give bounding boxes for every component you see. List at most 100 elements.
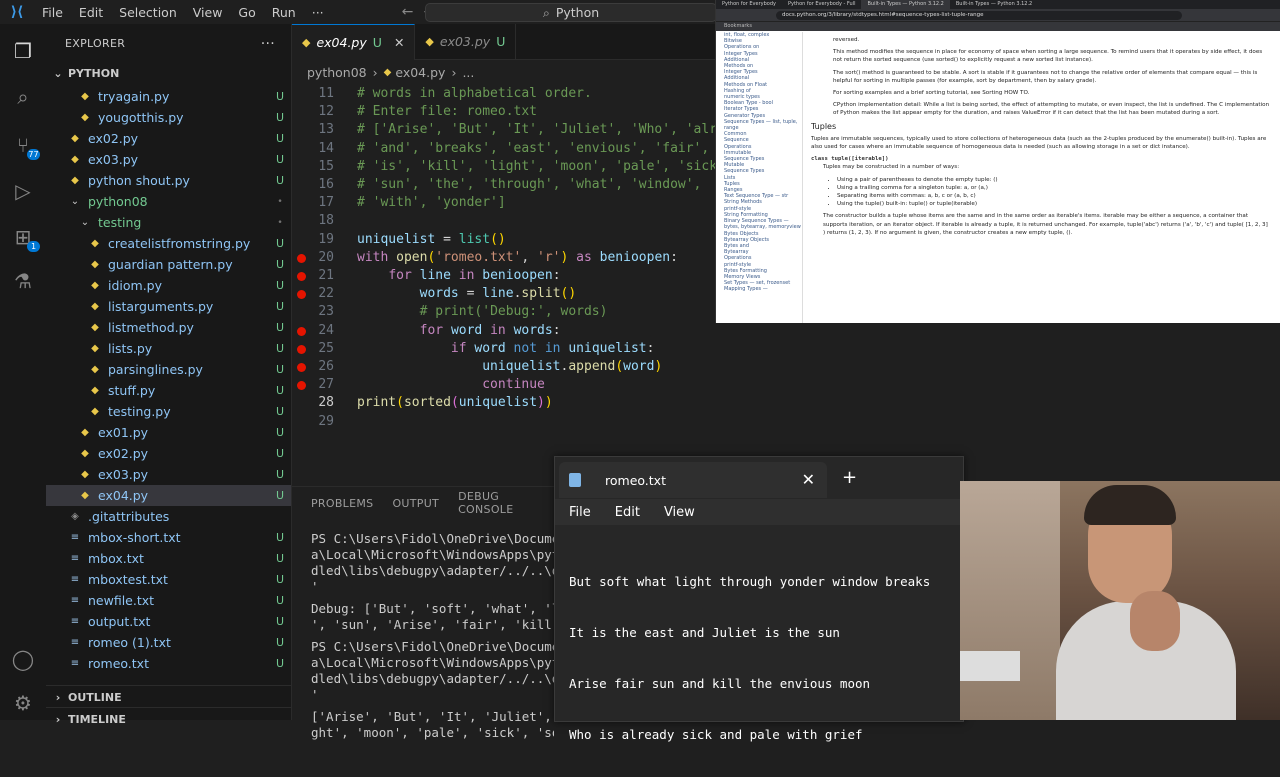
tree-file[interactable]: ◆ yougotthis.py U [46, 107, 291, 128]
menu-view[interactable]: View [664, 505, 695, 520]
code-line[interactable]: 11 # words in alphabetical order. [292, 85, 720, 103]
menu-edit[interactable]: Edit [71, 5, 111, 20]
account-icon[interactable]: ◯ [8, 644, 38, 674]
breadcrumb-folder[interactable]: python08 [307, 65, 367, 80]
tree-item-label: ex01.py [98, 425, 149, 440]
tree-file[interactable]: ◆ lists.py U [46, 338, 291, 359]
tree-file[interactable]: ◆ listmethod.py U [46, 317, 291, 338]
menu-selection[interactable]: Selection [111, 5, 185, 20]
address-input[interactable]: docs.python.org/3/library/stdtypes.html#… [776, 10, 1182, 20]
browser-tab[interactable]: Python for Everybody - Full [782, 0, 862, 9]
tree-file[interactable]: ◆ ex04.py U [46, 485, 291, 506]
browser-tab[interactable]: Python for Everybody [716, 0, 782, 9]
notepad-text-area[interactable]: But soft what light through yonder windo… [569, 539, 930, 777]
tree-file[interactable]: ◆ stuff.py U [46, 380, 291, 401]
code-line[interactable]: 23 # print('Debug:', words) [292, 303, 720, 321]
code-line[interactable]: 16 # 'sun', 'the', 'through', 'what', 'wi… [292, 176, 720, 194]
tree-file[interactable]: ◆ ex03.py U [46, 149, 291, 170]
outline-section[interactable]: › OUTLINE [46, 685, 291, 708]
tree-folder[interactable]: ⌄ testing • [46, 212, 291, 233]
outline-label: OUTLINE [68, 690, 122, 704]
tree-file[interactable]: ◈ .gitattributes [46, 506, 291, 527]
tree-file[interactable]: ≡ romeo.txt U [46, 653, 291, 674]
workspace-folder-python[interactable]: ⌄ PYTHON [46, 62, 291, 84]
breadcrumb-file[interactable]: ex04.py [395, 65, 445, 80]
back-arrow-icon[interactable]: ← [402, 4, 424, 20]
browser-tab[interactable]: Built-in Types — Python 3.12.2 [950, 0, 1038, 9]
menu-go[interactable]: Go [230, 5, 263, 20]
code-line[interactable]: 27 continue [292, 376, 720, 394]
tree-file[interactable]: ≡ mbox-short.txt U [46, 527, 291, 548]
breadcrumb-symbol[interactable]: ... [462, 65, 474, 80]
menu-run[interactable]: Run [264, 5, 304, 20]
tree-file[interactable]: ◆ tryagain.py U [46, 86, 291, 107]
tab-ex03[interactable]: ◆ ex03.py U [415, 24, 517, 59]
code-line[interactable]: 20 with open('romeo.txt', 'r') as benioop… [292, 249, 720, 267]
close-icon[interactable]: ✕ [802, 470, 815, 489]
code-line[interactable]: 22 words = line.split() [292, 285, 720, 303]
tree-folder[interactable]: ⌄ python08 • [46, 191, 291, 212]
tree-file[interactable]: ≡ romeo (1).txt U [46, 632, 291, 653]
menu-more[interactable]: ··· [304, 5, 332, 20]
command-center-search[interactable]: ⌕ Python [425, 3, 717, 22]
docs-sidebar-link[interactable]: Binary Sequence Types — bytes, bytearray… [724, 218, 802, 230]
tree-file[interactable]: ◆ ex01.py U [46, 422, 291, 443]
menu-view[interactable]: View [185, 5, 231, 20]
docs-sidebar-link[interactable]: Mapping Types — [724, 286, 802, 292]
code-line[interactable]: 26 uniquelist.append(word) [292, 358, 720, 376]
tree-file[interactable]: ≡ mbox.txt U [46, 548, 291, 569]
code-line[interactable]: 14 # 'and', 'breaks', 'east', 'envious', … [292, 140, 720, 158]
code-line[interactable]: 17 # 'with', 'yonder'] [292, 194, 720, 212]
code-line[interactable]: 25 if word not in uniquelist: [292, 340, 720, 358]
code-line[interactable]: 24 for word in words: [292, 322, 720, 340]
code-line[interactable]: 12 # Enter file: romeo.txt [292, 103, 720, 121]
tree-item-label: output.txt [88, 614, 151, 629]
code-line[interactable]: 19 uniquelist = list() [292, 231, 720, 249]
extensions-icon[interactable]: ⊞ 1 [8, 222, 40, 252]
tree-file[interactable]: ≡ mboxtest.txt U [46, 569, 291, 590]
tree-file[interactable]: ◆ python shout.py U [46, 170, 291, 191]
tree-file[interactable]: ≡ output.txt U [46, 611, 291, 632]
timeline-section[interactable]: › TIMELINE [46, 707, 291, 730]
close-icon[interactable]: ✕ [394, 35, 404, 50]
code-line[interactable]: 18 [292, 212, 720, 230]
menu-file[interactable]: File [34, 5, 71, 20]
explorer-icon[interactable]: ❐ [8, 36, 38, 66]
search-icon[interactable]: ⌕ [8, 82, 38, 112]
tree-file[interactable]: ◆ createlistfromstring.py U [46, 233, 291, 254]
tree-file[interactable]: ≡ newfile.txt U [46, 590, 291, 611]
testing-icon[interactable]: ⚗ [8, 266, 38, 296]
tree-file[interactable]: ◆ guardian pattern.py U [46, 254, 291, 275]
doc-paragraph: Tuples are immutable sequences, typicall… [811, 135, 1267, 151]
tree-file[interactable]: ◆ ex02.py U [46, 128, 291, 149]
bookmarks-bar[interactable]: Bookmarks [716, 21, 1280, 31]
docs-sidebar-link[interactable]: Sequence Types — list, tuple, range [724, 119, 802, 131]
tab-debug-console[interactable]: DEBUG CONSOLE [458, 490, 554, 516]
code-line[interactable]: 21 for line in benioopen: [292, 267, 720, 285]
code-line[interactable]: 13 # ['Arise', 'But', 'It', 'Juliet', 'Wh… [292, 121, 720, 139]
source-control-icon[interactable]: ⑂ 77 [8, 130, 40, 160]
menu-edit[interactable]: Edit [615, 505, 640, 520]
browser-tab[interactable]: Built-in Types — Python 3.12.2 [861, 0, 950, 9]
new-tab-button[interactable]: + [842, 467, 857, 488]
explorer-more-button[interactable]: ··· [261, 36, 275, 52]
code-line[interactable]: 15 # 'is', 'kill', 'light', 'moon', 'pale… [292, 158, 720, 176]
run-debug-icon[interactable]: ▷ [8, 176, 38, 206]
tab-output[interactable]: OUTPUT [392, 497, 439, 510]
tab-problems[interactable]: PROBLEMS [311, 497, 373, 510]
tree-file[interactable]: ◆ ex03.py U [46, 464, 291, 485]
tree-file[interactable]: ◆ testing.py U [46, 401, 291, 422]
settings-gear-icon[interactable]: ⚙ [8, 688, 38, 718]
notepad-tab[interactable]: romeo.txt ✕ [559, 462, 827, 498]
code-line[interactable]: 28 print(sorted(uniquelist)) [292, 394, 720, 412]
code-line[interactable]: 29 [292, 413, 720, 431]
tree-file[interactable]: ◆ parsinglines.py U [46, 359, 291, 380]
menu-file[interactable]: File [569, 505, 591, 520]
code-editor[interactable]: 11 # words in alphabetical order. 12 # Ente… [292, 84, 720, 486]
tree-file[interactable]: ◆ ex02.py U [46, 443, 291, 464]
tab-ex04[interactable]: ◆ ex04.py U ✕ [292, 24, 416, 60]
python-file-icon: ◆ [91, 322, 99, 333]
tree-item-label: .gitattributes [88, 509, 170, 524]
tree-file[interactable]: ◆ listarguments.py U [46, 296, 291, 317]
tree-file[interactable]: ◆ idiom.py U [46, 275, 291, 296]
